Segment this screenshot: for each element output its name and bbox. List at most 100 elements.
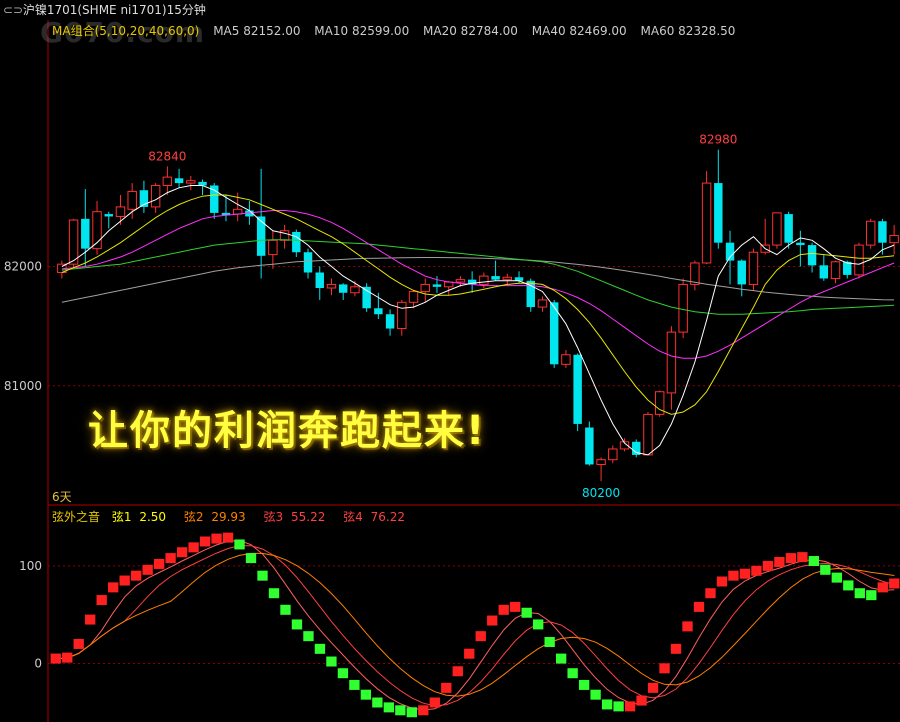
- osc-marker: [751, 565, 762, 576]
- osc-marker: [176, 547, 188, 558]
- osc2-value: 29.93: [211, 510, 246, 524]
- candle-body-up: [666, 331, 677, 394]
- osc-marker: [222, 532, 234, 543]
- candle-body-up: [408, 291, 419, 303]
- candle-body-down: [256, 216, 266, 256]
- osc-marker: [257, 570, 268, 581]
- osc-marker: [636, 695, 647, 706]
- osc-marker: [533, 619, 544, 630]
- candle-body-up: [865, 220, 876, 246]
- osc-marker: [487, 615, 498, 626]
- candle-body-down: [303, 252, 313, 273]
- candle-body-down: [374, 308, 383, 315]
- candle-body-up: [643, 413, 653, 456]
- ma20-line: [61, 210, 895, 359]
- osc3-label: 弦3: [263, 510, 284, 524]
- candle-body-up: [502, 276, 513, 281]
- candle-body-down: [807, 245, 817, 266]
- candle-body-down: [210, 185, 219, 213]
- osc-marker: [716, 576, 728, 587]
- osc-marker: [774, 557, 785, 567]
- osc-marker: [659, 663, 670, 674]
- osc-marker: [831, 572, 842, 583]
- candle-body-up: [268, 239, 278, 256]
- candle-body-up: [127, 190, 137, 210]
- candle-body-up: [690, 262, 700, 285]
- price-tick-label: 81000: [4, 379, 42, 393]
- candle-body-down: [338, 284, 348, 293]
- osc-marker: [130, 570, 142, 581]
- osc-marker: [555, 653, 567, 664]
- candle-body-up: [537, 299, 548, 308]
- osc4-value: 76.22: [370, 510, 405, 524]
- oscillator-legend: 弦外之音 弦1 2.50 弦2 29.93 弦3 55.22 弦4 76.22: [52, 508, 409, 525]
- osc-marker: [590, 689, 601, 700]
- candle-body-down: [292, 231, 301, 253]
- osc-marker: [73, 638, 84, 649]
- candle-body-down: [104, 214, 113, 217]
- osc-marker: [62, 652, 73, 663]
- days-label: 6天: [52, 490, 72, 504]
- osc-marker: [544, 637, 555, 647]
- osc-marker: [441, 682, 452, 693]
- candle-body-up: [854, 244, 864, 276]
- osc-marker: [96, 595, 107, 606]
- candle-body-down: [491, 276, 500, 280]
- osc-marker: [613, 701, 624, 712]
- candle-body-up: [68, 219, 79, 265]
- osc1-label: 弦1: [111, 510, 132, 524]
- osc-marker: [234, 539, 245, 550]
- osc-marker: [119, 575, 130, 586]
- osc-marker: [843, 580, 854, 591]
- osc4-label: 弦4: [343, 510, 363, 524]
- osc-marker: [762, 560, 774, 571]
- osc-marker: [372, 697, 383, 708]
- candle-body-down: [432, 284, 442, 287]
- osc-marker: [785, 553, 797, 564]
- osc-marker: [797, 552, 808, 563]
- window-icon: ⊂⊃: [3, 3, 24, 17]
- candle-body-up: [479, 275, 489, 285]
- osc-marker: [395, 705, 406, 716]
- osc-marker: [108, 582, 119, 593]
- osc-marker: [820, 564, 831, 575]
- osc-marker: [349, 679, 360, 690]
- osc-marker: [418, 705, 429, 716]
- osc-marker: [245, 553, 257, 564]
- osc-marker: [510, 601, 521, 612]
- osc-marker: [854, 588, 865, 599]
- osc-marker: [85, 614, 96, 625]
- extreme-price-label: 82840: [148, 149, 186, 163]
- osc-marker: [383, 702, 395, 713]
- osc-marker: [728, 570, 739, 581]
- osc-marker: [866, 590, 877, 601]
- candle-body-up: [561, 354, 571, 365]
- extreme-price-label: 80200: [582, 486, 620, 500]
- candle-body-up: [772, 212, 782, 246]
- candle-body-up: [608, 448, 618, 461]
- osc-marker: [682, 621, 693, 632]
- ma-legend: MA组合(5,10,20,40,60,0) MA5 82152.00 MA10 …: [52, 22, 745, 39]
- candle-body-up: [455, 279, 466, 283]
- osc-marker: [406, 707, 417, 718]
- candle-body-up: [186, 180, 196, 184]
- osc-marker: [142, 564, 153, 575]
- ma10-value: MA10 82599.00: [314, 24, 410, 38]
- osc-marker: [624, 701, 636, 712]
- osc-marker: [567, 668, 578, 679]
- osc-marker: [877, 582, 888, 593]
- ma20-value: MA20 82784.00: [423, 24, 518, 38]
- candle-body-down: [819, 265, 829, 279]
- osc-marker: [165, 553, 176, 564]
- osc-marker: [429, 697, 440, 708]
- osc3-value: 55.22: [290, 510, 326, 524]
- osc2-label: 弦2: [183, 510, 204, 524]
- candle-body-down: [315, 272, 324, 288]
- osc-marker: [211, 533, 222, 544]
- candle-body-down: [796, 242, 805, 246]
- osc-marker: [670, 643, 682, 654]
- candle-body-up: [748, 251, 759, 285]
- ma60-value: MA60 82328.50: [640, 24, 736, 38]
- osc-marker: [199, 536, 211, 547]
- candle-body-down: [784, 214, 793, 243]
